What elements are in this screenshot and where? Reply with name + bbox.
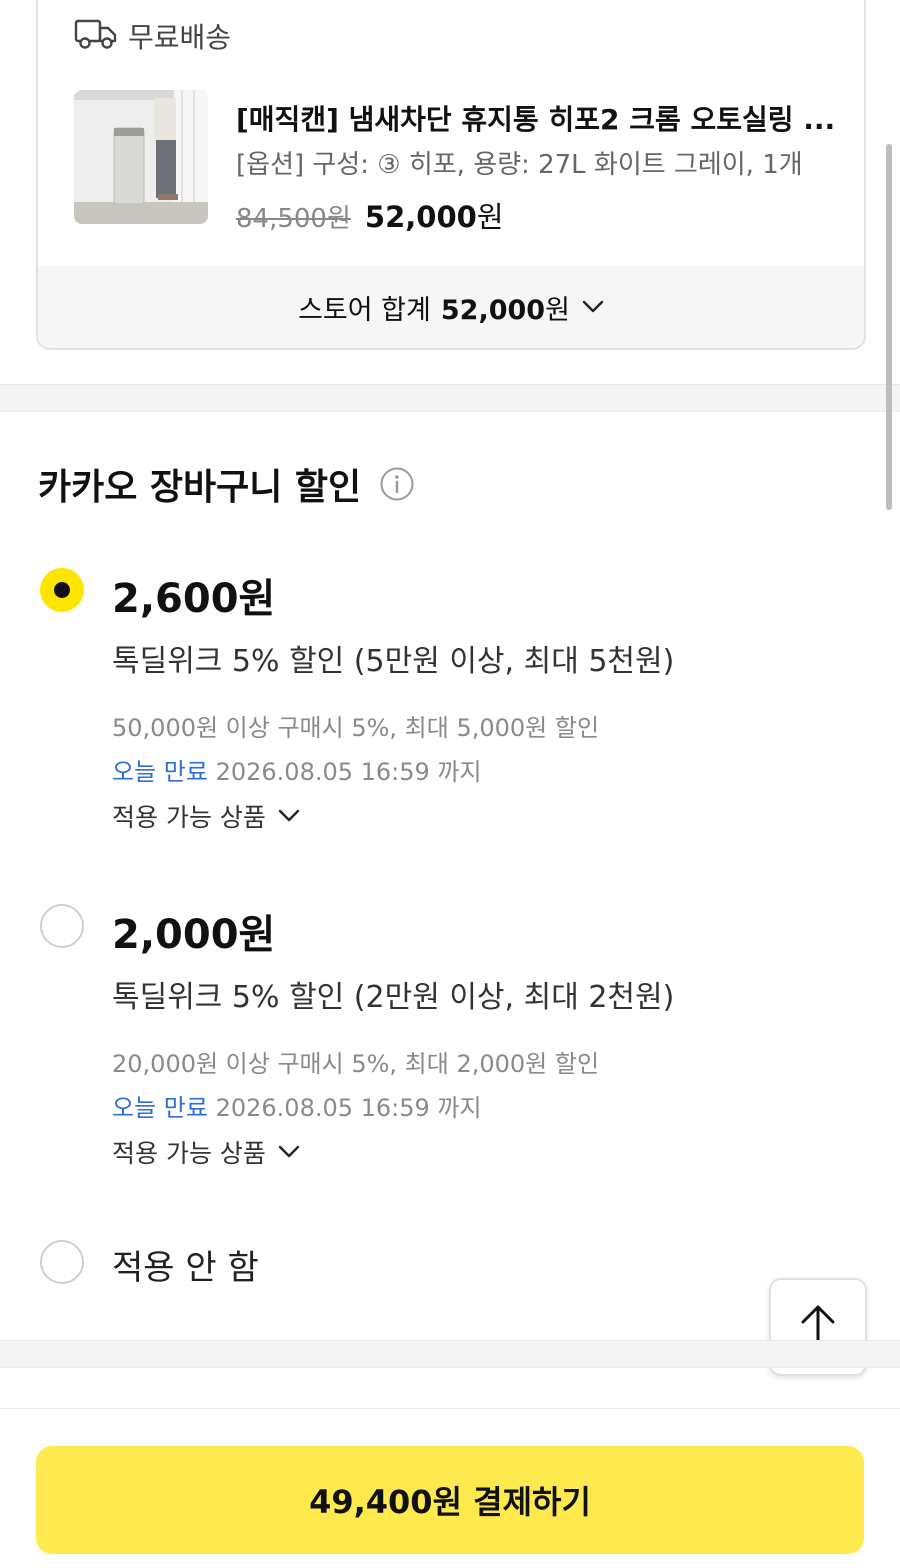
scrollbar[interactable] (886, 144, 892, 510)
discount-amount: 2,000원 (112, 912, 276, 958)
applicable-products-toggle[interactable]: 적용 가능 상품 (112, 798, 300, 834)
discount-condition: 20,000원 이상 구매시 5%, 최대 2,000원 할인 (112, 1050, 600, 1078)
pay-button[interactable]: 49,400원 결제하기 (36, 1446, 864, 1554)
discount-condition: 50,000원 이상 구매시 5%, 최대 5,000원 할인 (112, 714, 600, 742)
product-option: [옵션] 구성: ③ 히포, 용량: 27L 화이트 그레이, 1개 (236, 150, 803, 180)
radio-unselected[interactable] (40, 1240, 84, 1284)
sale-price-unit: 원 (476, 200, 504, 234)
info-icon[interactable] (379, 466, 415, 502)
price-row: 84,500원 52,000원 (236, 194, 504, 236)
store-card: 무료배송 [매직캔] 냄새차단 휴지통 히포2 크롬 오토실링 ... [옵션]… (36, 0, 866, 350)
chevron-down-icon (278, 1145, 300, 1159)
radio-selected[interactable] (40, 568, 84, 612)
expiry-date: 2026.08.05 16:59 까지 (215, 758, 482, 786)
discount-option[interactable]: 2,000원 톡딜위크 5% 할인 (2만원 이상, 최대 2천원) 20,00… (38, 902, 858, 1172)
no-discount-label: 적용 안 함 (112, 1248, 259, 1288)
section-divider (0, 1340, 900, 1368)
applicable-products-toggle[interactable]: 적용 가능 상품 (112, 1134, 300, 1170)
product-title[interactable]: [매직캔] 냄새차단 휴지통 히포2 크롬 오토실링 ... (236, 98, 836, 138)
store-total-unit: 원 (545, 294, 570, 326)
store-total-number: 52,000 (440, 294, 546, 326)
discount-section-title: 카카오 장바구니 할인 (38, 458, 415, 510)
original-price: 84,500원 (236, 204, 351, 234)
discount-expiry: 오늘 만료 2026.08.05 16:59 까지 (112, 752, 482, 787)
discount-option-none[interactable]: 적용 안 함 (38, 1238, 858, 1288)
product-thumbnail[interactable] (74, 90, 208, 224)
sale-price: 52,000원 (365, 194, 504, 236)
discount-name: 톡딜위크 5% 할인 (5만원 이상, 최대 5천원) (112, 644, 675, 679)
section-divider (0, 384, 900, 412)
discount-name: 톡딜위크 5% 할인 (2만원 이상, 최대 2천원) (112, 980, 675, 1015)
expiry-date: 2026.08.05 16:59 까지 (215, 1094, 482, 1122)
store-total-amount: 52,000원 (441, 288, 570, 327)
discount-expiry: 오늘 만료 2026.08.05 16:59 까지 (112, 1088, 482, 1123)
chevron-down-icon (582, 300, 604, 314)
discount-title-text: 카카오 장바구니 할인 (38, 467, 362, 508)
truck-icon (74, 17, 118, 55)
discount-option[interactable]: 2,600원 톡딜위크 5% 할인 (5만원 이상, 최대 5천원) 50,00… (38, 566, 858, 836)
store-total-label: 스토어 합계 (298, 294, 431, 326)
radio-unselected[interactable] (40, 904, 84, 948)
expiry-today-tag: 오늘 만료 (112, 758, 208, 786)
applicable-products-label: 적용 가능 상품 (112, 803, 266, 832)
applicable-products-label: 적용 가능 상품 (112, 1139, 266, 1168)
discount-amount: 2,600원 (112, 576, 276, 622)
shipping-row: 무료배송 (74, 16, 231, 56)
expiry-today-tag: 오늘 만료 (112, 1094, 208, 1122)
chevron-down-icon (278, 809, 300, 823)
store-total-toggle[interactable]: 스토어 합계 52,000원 (38, 266, 864, 348)
shipping-label: 무료배송 (128, 21, 232, 54)
sale-price-number: 52,000 (364, 200, 477, 234)
